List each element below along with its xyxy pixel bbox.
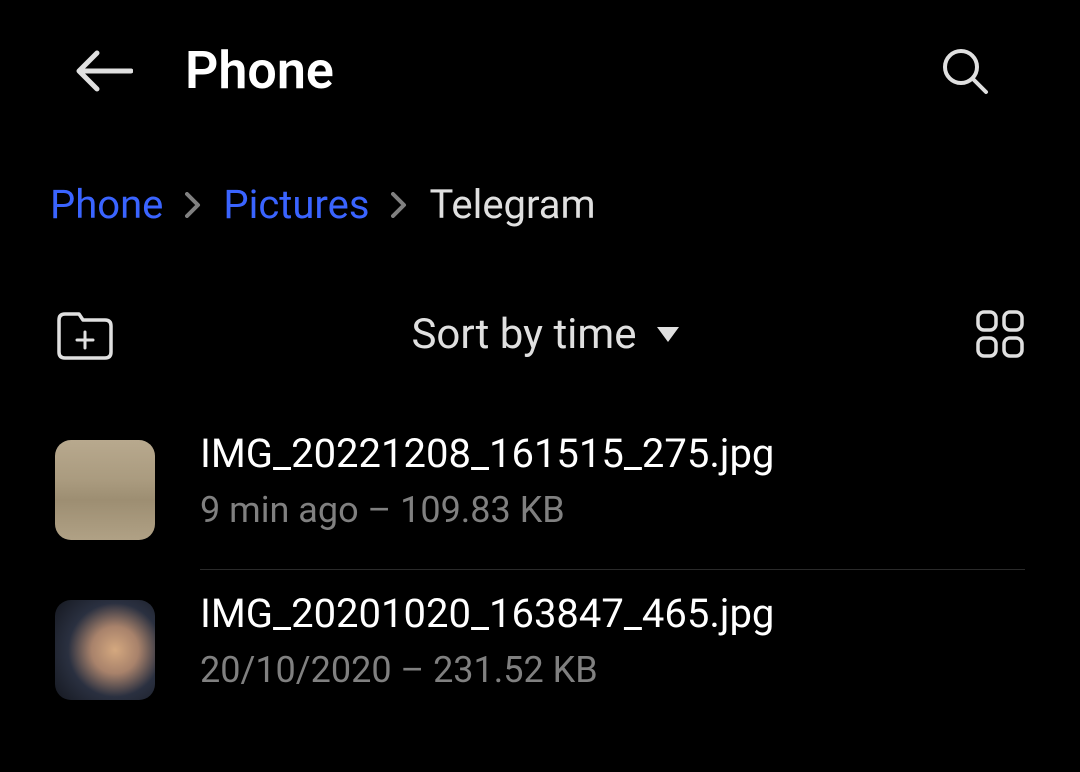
new-folder-icon — [55, 308, 115, 360]
page-title: Phone — [185, 40, 334, 101]
sort-button[interactable]: Sort by time — [411, 310, 678, 359]
breadcrumb-item-phone[interactable]: Phone — [50, 181, 163, 228]
file-thumbnail — [55, 600, 155, 700]
back-button[interactable] — [75, 46, 135, 96]
search-icon — [941, 47, 989, 95]
view-toggle-button[interactable] — [975, 309, 1025, 359]
file-info: IMG_20221208_161515_275.jpg 9 min ago – … — [200, 430, 1025, 549]
breadcrumb-item-current: Telegram — [429, 181, 595, 228]
file-meta: 9 min ago – 109.83 KB — [200, 489, 1025, 531]
new-folder-button[interactable] — [55, 308, 115, 360]
back-arrow-icon — [75, 50, 133, 92]
sort-label: Sort by time — [411, 310, 636, 359]
grid-view-icon — [975, 309, 1025, 359]
file-name: IMG_20201020_163847_465.jpg — [200, 590, 1025, 637]
chevron-right-icon — [391, 192, 407, 218]
file-item[interactable]: IMG_20221208_161515_275.jpg 9 min ago – … — [55, 410, 1025, 569]
file-meta: 20/10/2020 – 231.52 KB — [200, 649, 1025, 691]
breadcrumb-item-pictures[interactable]: Pictures — [223, 181, 369, 228]
file-item[interactable]: IMG_20201020_163847_465.jpg 20/10/2020 –… — [55, 570, 1025, 729]
breadcrumb: Phone Pictures Telegram — [0, 131, 1080, 268]
file-list: IMG_20221208_161515_275.jpg 9 min ago – … — [0, 410, 1080, 729]
header: Phone — [0, 0, 1080, 131]
chevron-down-icon — [657, 327, 679, 342]
file-thumbnail — [55, 440, 155, 540]
chevron-right-icon — [185, 192, 201, 218]
toolbar: Sort by time — [0, 268, 1080, 410]
file-name: IMG_20221208_161515_275.jpg — [200, 430, 1025, 477]
search-button[interactable] — [940, 46, 990, 96]
file-info: IMG_20201020_163847_465.jpg 20/10/2020 –… — [200, 590, 1025, 709]
